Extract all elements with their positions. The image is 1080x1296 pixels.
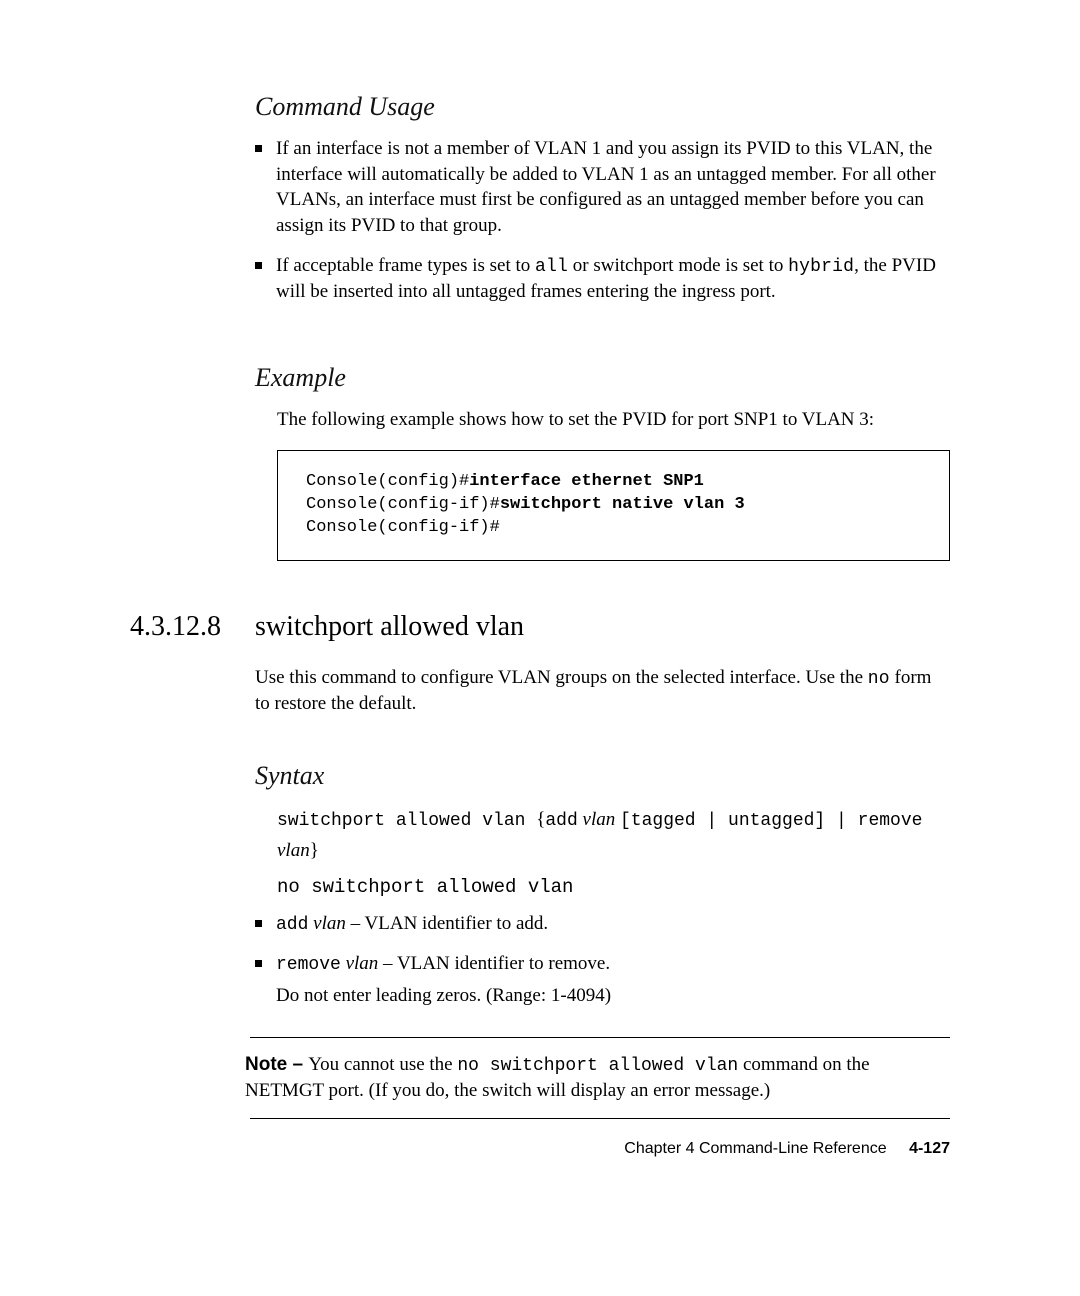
section-number: 4.3.12.8 (130, 611, 255, 643)
syntax-lines: switchport allowed vlan {add vlan [tagge… (277, 805, 950, 903)
usage-bullet-1-text: If an interface is not a member of VLAN … (276, 136, 950, 239)
s1-bracket: [tagged | untagged] | (620, 811, 858, 831)
footer-page-number: 4-127 (909, 1140, 950, 1157)
sa-ital: vlan (313, 913, 346, 934)
syntax-line-2: no switchport allowed vlan (277, 873, 950, 902)
example-section: Example The following example shows how … (255, 363, 950, 561)
page-footer: Chapter 4 Command-Line Reference 4-127 (624, 1140, 950, 1158)
s1-add: add (545, 811, 577, 831)
s1-remove: remove (858, 811, 923, 831)
note-pre: You cannot use the (308, 1054, 457, 1075)
example-code-box: Console(config)#interface ethernet SNP1 … (277, 450, 950, 561)
sb-sub: Do not enter leading zeros. (Range: 1-40… (276, 983, 950, 1009)
square-bullet-icon (255, 262, 262, 269)
note-rule-bottom (250, 1118, 950, 1119)
s1-brace-open: { (536, 809, 545, 830)
ex2-pre: Console(config-if)# (306, 495, 500, 514)
example-intro: The following example shows how to set t… (277, 407, 950, 433)
sa-mono: add (276, 915, 308, 935)
s1-vlan1: vlan (583, 809, 616, 830)
syntax-bullet-a-text: add vlan – VLAN identifier to add. (276, 911, 950, 937)
usage-bullet-list: If an interface is not a member of VLAN … (255, 136, 950, 305)
section-body: Use this command to configure VLAN group… (255, 665, 950, 717)
syntax-section: Syntax switchport allowed vlan {add vlan… (255, 761, 950, 1009)
sb-rest: – VLAN identifier to remove. (378, 953, 610, 974)
b2-mono2: hybrid (788, 257, 854, 277)
syntax-bullet-a: add vlan – VLAN identifier to add. (255, 911, 950, 937)
note-rule-top (250, 1037, 950, 1038)
s1-pre: switchport allowed vlan (277, 811, 536, 831)
example-line-1: Console(config)#interface ethernet SNP1 (306, 471, 921, 494)
command-usage-section: Command Usage If an interface is not a m… (255, 92, 950, 305)
syntax-heading: Syntax (255, 761, 950, 791)
sa-rest: – VLAN identifier to add. (346, 913, 548, 934)
intro-mono: no (868, 669, 890, 689)
command-usage-heading: Command Usage (255, 92, 950, 122)
note-block: Note – You cannot use the no switchport … (250, 1037, 950, 1119)
square-bullet-icon (255, 145, 262, 152)
syntax-bullet-b: remove vlan – VLAN identifier to remove.… (255, 951, 950, 1009)
page: Command Usage If an interface is not a m… (0, 0, 1080, 1296)
sb-ital: vlan (346, 953, 379, 974)
s1-vlan2: vlan (277, 840, 310, 861)
s1-brace-close: } (310, 840, 319, 861)
note-text: Note – You cannot use the no switchport … (245, 1052, 950, 1104)
section-title: switchport allowed vlan (255, 611, 524, 643)
note-mono: no switchport allowed vlan (457, 1056, 738, 1076)
usage-bullet-2-text: If acceptable frame types is set to all … (276, 253, 950, 305)
footer-chapter: Chapter 4 Command-Line Reference (624, 1140, 886, 1157)
ex1-pre: Console(config)# (306, 472, 469, 491)
syntax-bullet-b-text: remove vlan – VLAN identifier to remove.… (276, 951, 950, 1009)
usage-bullet-2: If acceptable frame types is set to all … (255, 253, 950, 305)
note-label: Note – (245, 1054, 308, 1075)
usage-bullet-1: If an interface is not a member of VLAN … (255, 136, 950, 239)
section-heading-row: 4.3.12.8 switchport allowed vlan (130, 611, 950, 643)
b2-mid: or switchport mode is set to (568, 255, 788, 276)
b2-mono1: all (535, 257, 568, 277)
sb-mono: remove (276, 955, 341, 975)
intro-pre: Use this command to configure VLAN group… (255, 667, 868, 688)
square-bullet-icon (255, 960, 262, 967)
syntax-line-1: switchport allowed vlan {add vlan [tagge… (277, 805, 950, 865)
ex1-bold: interface ethernet SNP1 (469, 472, 704, 491)
example-heading: Example (255, 363, 950, 393)
example-line-2: Console(config-if)#switchport native vla… (306, 494, 921, 517)
square-bullet-icon (255, 920, 262, 927)
b2-pre: If acceptable frame types is set to (276, 255, 535, 276)
section-intro: Use this command to configure VLAN group… (255, 665, 950, 717)
syntax-bullets: add vlan – VLAN identifier to add. remov… (255, 911, 950, 1009)
ex2-bold: switchport native vlan 3 (500, 495, 745, 514)
example-line-3: Console(config-if)# (306, 517, 921, 540)
